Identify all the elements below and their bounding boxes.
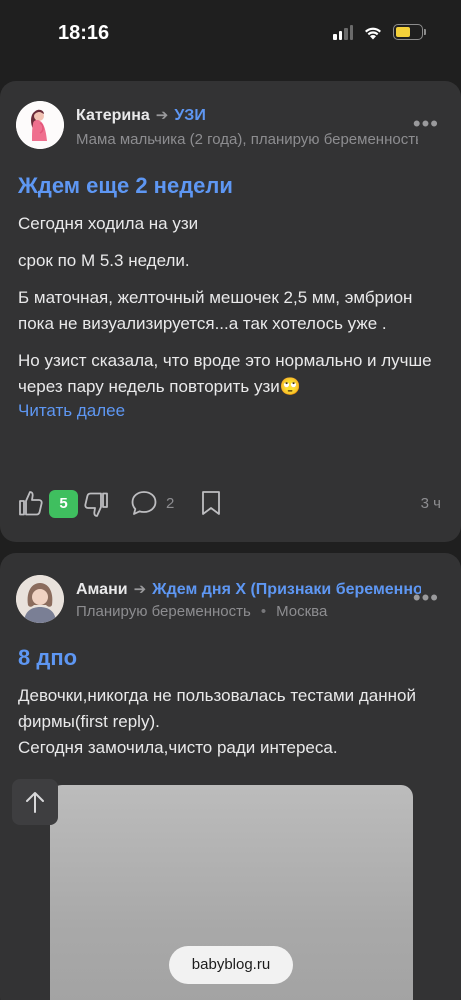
author-line: Катерина ➔ УЗИ — [76, 106, 421, 125]
score-badge: 5 — [49, 490, 78, 518]
post-title[interactable]: 8 дпо — [18, 645, 77, 671]
post-body: Девочки,никогда не пользовалась тестами … — [18, 683, 443, 761]
arrow-right-icon: ➔ — [133, 581, 147, 598]
post-card[interactable]: Амани ➔ Ждем дня Х (Признаки беременности)… — [0, 553, 461, 1000]
post-paragraph: Девочки,никогда не пользовалась тестами … — [18, 686, 416, 731]
author-name[interactable]: Амани — [76, 581, 128, 598]
arrow-right-icon: ➔ — [155, 107, 169, 124]
topic-link[interactable]: УЗИ — [174, 107, 205, 124]
post-card[interactable]: Катерина ➔ УЗИ Мама мальчика (2 года), пла… — [0, 81, 461, 542]
post-time: 3 ч — [420, 495, 441, 512]
user-avatar-icon — [16, 101, 64, 149]
battery-icon — [393, 24, 426, 40]
author-subtitle: Планирую беременность • Москва — [76, 603, 418, 620]
post-paragraph: Сегодня замочила,чисто ради интереса. — [18, 738, 338, 757]
post-actions: 5 2 3 ч — [18, 487, 443, 521]
post-paragraph: срок по М 5.3 недели. — [18, 251, 190, 270]
bookmark-icon[interactable] — [200, 489, 222, 517]
cellular-signal-icon — [333, 24, 353, 40]
thumbs-down-icon[interactable] — [83, 491, 109, 519]
avatar[interactable] — [16, 101, 64, 149]
post-paragraph: Сегодня ходила на узи — [18, 214, 199, 233]
status-icons — [333, 24, 426, 40]
author-city: Москва — [276, 603, 328, 620]
dot-separator: • — [260, 603, 267, 620]
scroll-to-top-button[interactable] — [12, 779, 58, 825]
more-options-icon[interactable]: ••• — [413, 113, 439, 135]
more-options-icon[interactable]: ••• — [413, 587, 439, 609]
author-name[interactable]: Катерина — [76, 107, 150, 124]
user-avatar-icon — [16, 575, 64, 623]
topic-link[interactable]: Ждем дня Х (Признаки беременности) — [152, 581, 421, 598]
author-line: Амани ➔ Ждем дня Х (Признаки беременности) — [76, 580, 421, 599]
comment-icon[interactable] — [130, 489, 158, 517]
wifi-icon — [365, 27, 381, 39]
post-paragraph: Б маточная, желточный мешочек 2,5 мм, эм… — [18, 288, 413, 333]
post-body: Сегодня ходила на узи срок по М 5.3 неде… — [18, 211, 443, 424]
post-paragraph: Но узист сказала, что вроде это нормальн… — [18, 351, 432, 396]
arrow-up-icon — [26, 792, 44, 813]
author-subtitle: Мама мальчика (2 года), планирую беремен… — [76, 131, 418, 148]
site-url-pill[interactable]: babyblog.ru — [169, 946, 293, 984]
author-status: Планирую беременность — [76, 603, 251, 620]
status-time: 18:16 — [58, 22, 110, 44]
comment-count: 2 — [166, 495, 175, 512]
avatar[interactable] — [16, 575, 64, 623]
status-bar: 18:16 — [0, 0, 461, 70]
read-more-link[interactable]: Читать далее — [18, 398, 443, 424]
thumbs-up-icon[interactable] — [18, 489, 44, 517]
post-title[interactable]: Ждем еще 2 недели — [18, 173, 233, 199]
